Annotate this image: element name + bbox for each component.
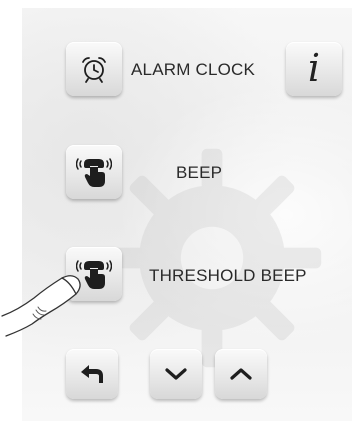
beep-label: BEEP [176,163,223,182]
chevron-down-icon [165,368,187,380]
touch-beep-icon [76,158,112,187]
info-icon: i [307,46,321,90]
alarm-clock-label: ALARM CLOCK [131,60,256,79]
chevron-up-icon [230,368,252,380]
back-arrow-icon [81,365,103,383]
scroll-up-button[interactable] [215,349,267,399]
threshold-beep-label: THRESHOLD BEEP [149,266,307,285]
scroll-down-button[interactable] [150,349,202,399]
threshold-beep-button[interactable] [66,247,122,301]
alarm-clock-button[interactable] [66,42,122,96]
info-button[interactable]: i [286,42,342,96]
beep-button[interactable] [66,145,122,199]
alarm-clock-icon [82,57,106,83]
back-button[interactable] [66,349,118,399]
touch-beep-icon [76,260,112,289]
